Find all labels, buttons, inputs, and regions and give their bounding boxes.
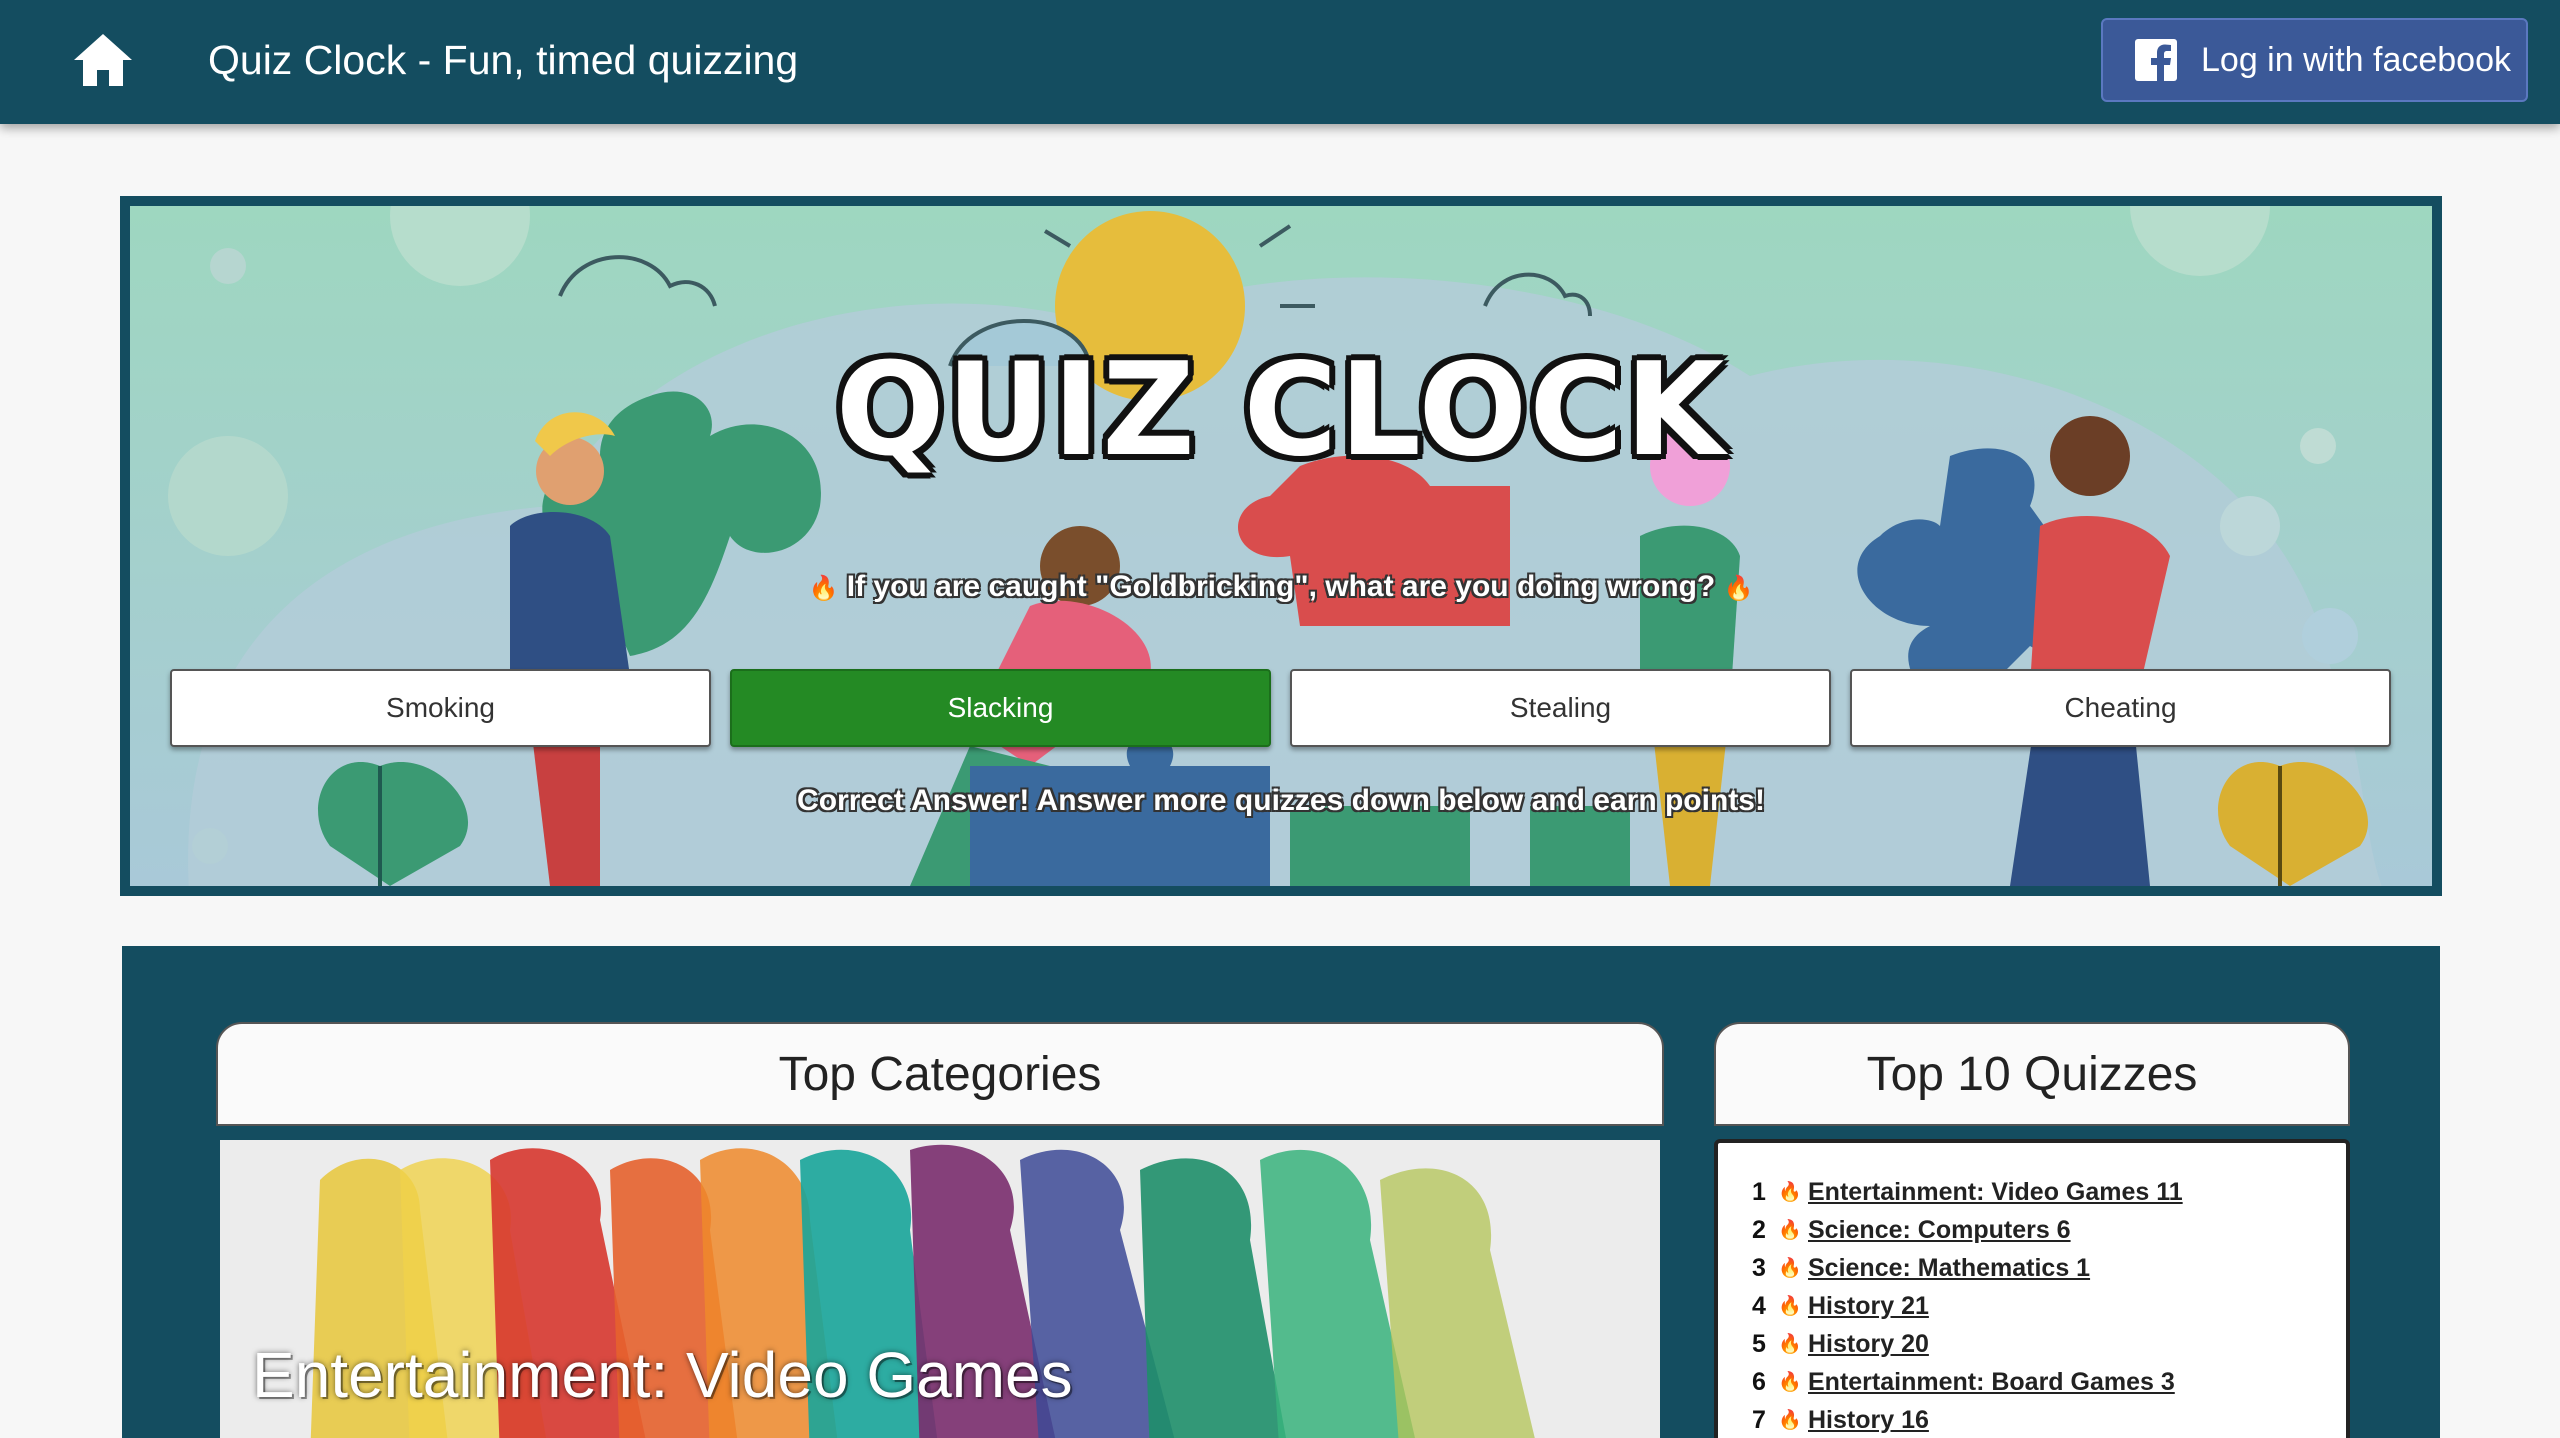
facebook-icon (2135, 39, 2177, 81)
quiz-link[interactable]: Entertainment: Video Games 11 (1808, 1178, 2183, 1207)
quiz-clock-logo: QUIZ CLOCK (835, 336, 1727, 485)
answer-button-slacking[interactable]: Slacking (730, 669, 1271, 747)
category-card-video-games[interactable]: Entertainment: Video Games (220, 1140, 1660, 1438)
quiz-rank: 1 (1752, 1177, 1766, 1206)
list-item: 4 🔥 History 21 (1752, 1287, 2346, 1325)
top-quizzes-title: Top 10 Quizzes (1866, 1047, 2198, 1101)
list-item: 3 🔥 Science: Mathematics 1 (1752, 1249, 2346, 1287)
answer-button-smoking[interactable]: Smoking (170, 669, 711, 747)
quiz-rank: 5 (1752, 1329, 1766, 1358)
quiz-link[interactable]: Science: Mathematics 1 (1808, 1254, 2090, 1283)
home-icon[interactable] (72, 32, 134, 88)
list-item: 2 🔥 Science: Computers 6 (1752, 1211, 2346, 1249)
answer-button-cheating[interactable]: Cheating (1850, 669, 2391, 747)
quiz-link[interactable]: Entertainment: Board Games 3 (1808, 1368, 2175, 1397)
list-item: 1 🔥 Entertainment: Video Games 11 (1752, 1173, 2346, 1211)
daily-quiz-banner: QUIZ CLOCK 🔥 If you are caught "Goldbric… (120, 196, 2442, 896)
list-item: 6 🔥 Entertainment: Board Games 3 (1752, 1363, 2346, 1401)
top-app-bar: Quiz Clock - Fun, timed quizzing Log in … (0, 0, 2560, 124)
quiz-link[interactable]: History 21 (1808, 1292, 1929, 1321)
quiz-link[interactable]: Science: Computers 6 (1808, 1216, 2071, 1245)
quiz-link[interactable]: History 16 (1808, 1406, 1929, 1435)
answer-button-stealing[interactable]: Stealing (1290, 669, 1831, 747)
top-categories-header: Top Categories (216, 1022, 1664, 1126)
quiz-question-text: If you are caught "Goldbricking", what a… (846, 570, 1716, 603)
quiz-rank: 7 (1752, 1405, 1766, 1434)
app-title[interactable]: Quiz Clock - Fun, timed quizzing (208, 34, 798, 86)
fire-icon: 🔥 (1778, 1258, 1802, 1279)
quiz-rank: 2 (1752, 1215, 1766, 1244)
list-item: 5 🔥 History 20 (1752, 1325, 2346, 1363)
fire-icon: 🔥 (1778, 1410, 1802, 1431)
top-categories-title: Top Categories (778, 1047, 1102, 1101)
quiz-link[interactable]: History 20 (1808, 1330, 1929, 1359)
fire-icon: 🔥 (1778, 1372, 1802, 1393)
answer-feedback: Correct Answer! Answer more quizzes down… (797, 784, 1765, 817)
category-title[interactable]: Entertainment: Video Games (252, 1338, 1073, 1412)
top-quizzes-header: Top 10 Quizzes (1714, 1022, 2350, 1126)
fire-icon: 🔥 (1778, 1334, 1802, 1355)
quiz-rank: 6 (1752, 1367, 1766, 1396)
quiz-rank: 4 (1752, 1291, 1766, 1320)
top-quizzes-list: 1 🔥 Entertainment: Video Games 11 2 🔥 Sc… (1714, 1139, 2350, 1438)
main-content: Top Categories Entertainment: Video Game… (122, 946, 2440, 1438)
fire-icon: 🔥 (808, 575, 839, 602)
fire-icon: 🔥 (1778, 1296, 1802, 1317)
quiz-question: 🔥 If you are caught "Goldbricking", what… (130, 570, 2432, 604)
facebook-login-button[interactable]: Log in with facebook (2101, 18, 2528, 102)
fire-icon: 🔥 (1778, 1182, 1802, 1203)
fire-icon: 🔥 (1778, 1220, 1802, 1241)
quiz-rank: 3 (1752, 1253, 1766, 1282)
facebook-login-label: Log in with facebook (2201, 40, 2511, 79)
fire-icon: 🔥 (1723, 575, 1754, 602)
list-item: 7 🔥 History 16 (1752, 1401, 2346, 1438)
